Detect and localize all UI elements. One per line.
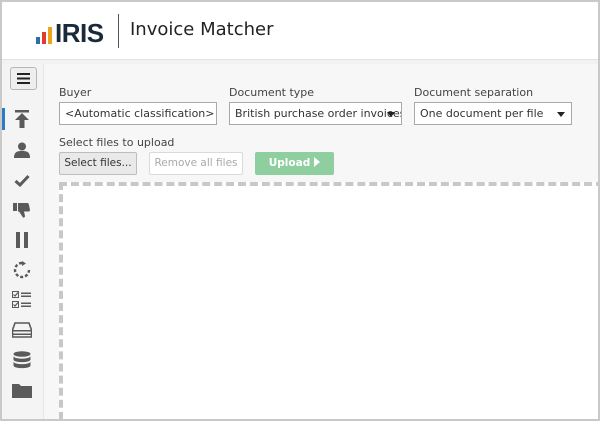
- sidebar-item-approved[interactable]: [11, 169, 33, 191]
- upload-button[interactable]: Upload: [255, 152, 334, 175]
- upload-button-label: Upload: [268, 157, 311, 169]
- logo-bar-blue: [36, 37, 40, 44]
- inbox-icon: [12, 322, 32, 338]
- chevron-down-icon: [387, 112, 395, 117]
- thumbs-down-icon: [13, 203, 30, 218]
- refresh-icon: [13, 261, 31, 279]
- document-separation-select[interactable]: One document per file: [414, 102, 572, 125]
- database-icon: [13, 351, 31, 369]
- checklist-icon: [12, 291, 31, 308]
- app-title: Invoice Matcher: [130, 19, 274, 40]
- document-type-value: British purchase order invoices: [235, 107, 402, 120]
- checkmark-icon: [14, 174, 30, 187]
- iris-logo: IRIS: [36, 18, 104, 48]
- document-separation-label: Document separation: [414, 86, 534, 99]
- file-drop-zone[interactable]: [59, 182, 598, 419]
- pause-icon: [16, 232, 28, 248]
- logo-bar-orange: [48, 27, 52, 44]
- app-header: IRIS Invoice Matcher: [2, 2, 598, 60]
- select-files-button[interactable]: Select files...: [59, 152, 137, 175]
- remove-all-files-button[interactable]: Remove all files: [149, 152, 243, 175]
- document-type-label: Document type: [229, 86, 315, 99]
- hamburger-icon: [17, 73, 30, 84]
- play-icon: [314, 157, 321, 167]
- upload-section-label: Select files to upload: [59, 136, 175, 149]
- header-divider: [118, 14, 119, 48]
- buyer-input[interactable]: <Automatic classification>: [59, 102, 217, 125]
- document-separation-value: One document per file: [420, 107, 544, 120]
- logo-bar-red: [42, 32, 46, 44]
- sidebar-item-inbox[interactable]: [11, 319, 33, 341]
- main-content: Buyer <Automatic classification> Documen…: [44, 64, 598, 419]
- menu-toggle-button[interactable]: [10, 67, 37, 90]
- chevron-down-icon: [557, 112, 565, 117]
- sidebar-item-processing[interactable]: [11, 259, 33, 281]
- folder-icon: [12, 384, 32, 398]
- sidebar-item-folder[interactable]: [11, 379, 33, 401]
- sidebar-item-user[interactable]: [11, 139, 33, 161]
- sidebar-item-checklist[interactable]: [11, 289, 33, 311]
- sidebar-item-on-hold[interactable]: [11, 229, 33, 251]
- buyer-label: Buyer: [59, 86, 92, 99]
- app-window: IRIS Invoice Matcher Buyer <Automatic cl…: [0, 0, 600, 421]
- sidebar-item-upload[interactable]: [11, 108, 33, 130]
- upload-icon: [15, 110, 29, 128]
- sidebar-item-database[interactable]: [11, 349, 33, 371]
- sidebar-item-rejected[interactable]: [11, 199, 33, 221]
- document-type-select[interactable]: British purchase order invoices: [229, 102, 402, 125]
- sidebar: [2, 64, 44, 419]
- active-item-indicator: [2, 108, 5, 130]
- user-icon: [14, 142, 30, 158]
- logo-text: IRIS: [55, 18, 104, 48]
